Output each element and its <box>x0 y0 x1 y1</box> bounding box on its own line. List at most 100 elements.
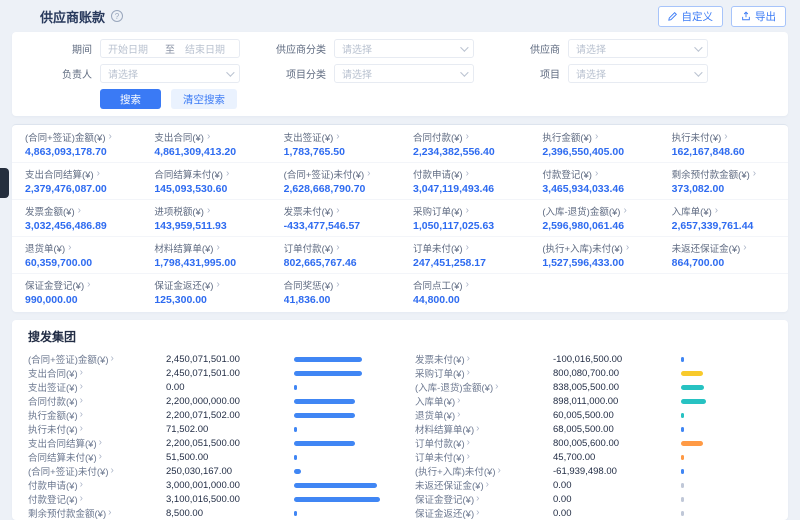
group-metric-label[interactable]: (入库-退货)金额(¥)› <box>415 380 553 394</box>
group-metric-label[interactable]: 退货单(¥)› <box>415 408 553 422</box>
group-metric-label[interactable]: (合同+签证)金额(¥)› <box>28 352 166 366</box>
group-metric-label[interactable]: 剩余预付款金额(¥)› <box>28 506 166 520</box>
metric-card[interactable]: 退货单(¥)›60,359,700.00 <box>12 237 141 274</box>
export-button[interactable]: 导出 <box>731 6 786 27</box>
sidebar-toggle[interactable] <box>0 168 9 198</box>
metric-card[interactable]: 进项税额(¥)›143,959,511.93 <box>141 200 270 237</box>
group-metric-row: 支出合同(¥)›2,450,071,501.00 <box>28 366 385 380</box>
metric-card[interactable]: 合同付款(¥)›2,234,382,556.40 <box>400 126 529 163</box>
metric-value: 1,783,765.50 <box>284 146 387 158</box>
group-metric-row: 合同结算未付(¥)›51,500.00 <box>28 450 385 464</box>
group-metric-label[interactable]: 订单未付(¥)› <box>415 450 553 464</box>
group-metric-label[interactable]: 付款申请(¥)› <box>28 478 166 492</box>
group-metric-row: 剩余预付款金额(¥)›8,500.00 <box>28 506 385 520</box>
group-metric-label[interactable]: 执行未付(¥)› <box>28 422 166 436</box>
metric-card[interactable]: 保证金登记(¥)›990,000.00 <box>12 274 141 310</box>
group-metric-label[interactable]: 材料结算单(¥)› <box>415 422 553 436</box>
customize-button[interactable]: 自定义 <box>658 6 724 27</box>
metric-value: 1,050,117,025.63 <box>413 220 516 232</box>
metric-card[interactable]: 支出合同(¥)›4,861,309,413.20 <box>141 126 270 163</box>
metric-bar-chart <box>294 427 380 432</box>
metric-bar <box>294 455 297 460</box>
period-daterange-input[interactable]: 开始日期 至 结束日期 <box>100 39 240 58</box>
search-button[interactable]: 搜索 <box>100 89 161 109</box>
project-category-placeholder: 请选择 <box>342 66 460 81</box>
date-range-separator: 至 <box>155 41 185 56</box>
project-category-select[interactable]: 请选择 <box>334 64 474 83</box>
export-label: 导出 <box>755 9 776 24</box>
metric-card[interactable]: 发票金额(¥)›3,032,456,486.89 <box>12 200 141 237</box>
group-metric-label[interactable]: 执行金额(¥)› <box>28 408 166 422</box>
supplier-category-select[interactable]: 请选择 <box>334 39 474 58</box>
metric-card[interactable]: 未返还保证金(¥)›864,700.00 <box>659 237 788 274</box>
metric-card[interactable]: 合同点工(¥)›44,800.00 <box>400 274 529 310</box>
group-metric-row: 合同付款(¥)›2,200,000,000.00 <box>28 394 385 408</box>
metric-bar <box>681 483 684 488</box>
owner-select[interactable]: 请选择 <box>100 64 240 83</box>
metric-card[interactable]: 发票未付(¥)›-433,477,546.57 <box>271 200 400 237</box>
clear-search-button[interactable]: 清空搜索 <box>171 89 237 109</box>
metric-card[interactable]: (合同+签证)金额(¥)›4,863,093,178.70 <box>12 126 141 163</box>
metric-card[interactable]: 订单未付(¥)›247,451,258.17 <box>400 237 529 274</box>
group-metric-label[interactable]: (执行+入库)未付(¥)› <box>415 464 553 478</box>
metric-card[interactable]: 订单付款(¥)›802,665,767.46 <box>271 237 400 274</box>
chevron-right-icon: › <box>336 280 339 290</box>
metric-card[interactable]: 支出合同结算(¥)›2,379,476,087.00 <box>12 163 141 200</box>
group-metric-value: 800,080,700.00 <box>553 368 681 379</box>
metric-bar <box>681 385 704 390</box>
metric-card[interactable]: (执行+入库)未付(¥)›1,527,596,433.00 <box>529 237 658 274</box>
group-metric-label[interactable]: 发票未付(¥)› <box>415 352 553 366</box>
metric-bar-chart <box>294 511 380 516</box>
metric-card[interactable]: 剩余预付款金额(¥)›373,082.00 <box>659 163 788 200</box>
metric-card[interactable]: 入库单(¥)›2,657,339,761.44 <box>659 200 788 237</box>
filter-owner: 负责人 请选择 <box>26 64 240 83</box>
metric-card[interactable]: 保证金返还(¥)›125,300.00 <box>141 274 270 310</box>
metric-value: 162,167,848.60 <box>672 146 775 158</box>
group-metric-label[interactable]: 合同付款(¥)› <box>28 394 166 408</box>
group-metric-label[interactable]: 保证金登记(¥)› <box>415 492 553 506</box>
group-metric-label[interactable]: 采购订单(¥)› <box>415 366 553 380</box>
metric-card[interactable]: 支出签证(¥)›1,783,765.50 <box>271 126 400 163</box>
group-metric-label[interactable]: 支出合同结算(¥)› <box>28 436 166 450</box>
project-select[interactable]: 请选择 <box>568 64 708 83</box>
metric-bar <box>294 371 362 376</box>
group-metric-label[interactable]: 入库单(¥)› <box>415 394 553 408</box>
group-metric-label[interactable]: 未返还保证金(¥)› <box>415 478 553 492</box>
export-icon <box>741 11 751 21</box>
metric-bar-chart <box>294 497 380 502</box>
metric-card[interactable]: 执行金额(¥)›2,396,550,405.00 <box>529 126 658 163</box>
metric-value: 125,300.00 <box>154 294 257 306</box>
metric-card[interactable]: 采购订单(¥)›1,050,117,025.63 <box>400 200 529 237</box>
group-metric-row: 保证金返还(¥)›0.00 <box>415 506 772 520</box>
metric-card[interactable]: (入库-退货)金额(¥)›2,596,980,061.46 <box>529 200 658 237</box>
start-date-placeholder[interactable]: 开始日期 <box>108 41 155 56</box>
group-metric-label[interactable]: 付款登记(¥)› <box>28 492 166 506</box>
group-metric-label[interactable]: 保证金返还(¥)› <box>415 506 553 520</box>
group-metric-label[interactable]: 订单付款(¥)› <box>415 436 553 450</box>
metric-bar <box>294 427 297 432</box>
metric-label: 合同结算未付(¥)› <box>154 167 257 181</box>
metric-card[interactable]: 材料结算单(¥)›1,798,431,995.00 <box>141 237 270 274</box>
metric-value: 44,800.00 <box>413 294 516 306</box>
metric-bar <box>681 427 684 432</box>
chevron-right-icon: › <box>467 452 470 462</box>
group-metric-row: 入库单(¥)›898,011,000.00 <box>415 394 772 408</box>
metric-card[interactable]: 执行未付(¥)› 162,167,848.60 <box>659 126 788 163</box>
metric-card[interactable]: 合同奖惩(¥)›41,836.00 <box>271 274 400 310</box>
help-icon[interactable]: ? <box>111 10 123 22</box>
group-metric-label[interactable]: 支出签证(¥)› <box>28 380 166 394</box>
metric-card[interactable]: (合同+签证)未付(¥)›2,628,668,790.70 <box>271 163 400 200</box>
group-metric-label[interactable]: (合同+签证)未付(¥)› <box>28 464 166 478</box>
group-metric-label[interactable]: 合同结算未付(¥)› <box>28 450 166 464</box>
metric-card[interactable]: 付款登记(¥)›3,465,934,033.46 <box>529 163 658 200</box>
metric-label: 材料结算单(¥)› <box>154 241 257 255</box>
end-date-placeholder[interactable]: 结束日期 <box>185 41 232 56</box>
metric-label: 入库单(¥)› <box>672 204 775 218</box>
metric-card[interactable]: 付款申请(¥)›3,047,119,493.46 <box>400 163 529 200</box>
group-metric-label[interactable]: 支出合同(¥)› <box>28 366 166 380</box>
chevron-right-icon: › <box>336 243 339 253</box>
metric-bar-chart <box>681 427 767 432</box>
supplier-select[interactable]: 请选择 <box>568 39 708 58</box>
metric-label: 执行未付(¥)› <box>672 130 775 144</box>
metric-card[interactable]: 合同结算未付(¥)›145,093,530.60 <box>141 163 270 200</box>
